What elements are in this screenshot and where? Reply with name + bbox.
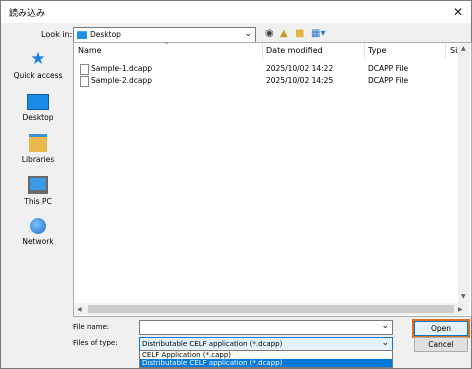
column-divider (364, 43, 365, 60)
place-label: Desktop (22, 113, 54, 122)
file-type: DCAPP File (368, 64, 409, 73)
horizontal-scrollbar[interactable]: ◀ ▶ (74, 303, 469, 315)
place-libraries[interactable]: Libraries (10, 134, 66, 164)
view-menu-icon[interactable]: ▦▾ (311, 28, 325, 40)
place-network[interactable]: Network (10, 218, 66, 246)
chevron-down-icon[interactable]: ⌄ (381, 321, 389, 331)
close-button[interactable]: ✕ (451, 5, 465, 19)
chevron-down-icon[interactable]: ⌄ (381, 338, 389, 348)
column-header-name[interactable]: Name (78, 46, 102, 55)
network-icon (30, 218, 46, 234)
file-icon (80, 76, 89, 87)
scroll-up-icon[interactable]: ▲ (461, 45, 466, 52)
file-name: Sample-1.dcapp (91, 64, 152, 73)
back-icon[interactable]: ◉ (265, 28, 274, 40)
column-divider (445, 43, 446, 60)
star-icon: ★ (30, 49, 46, 69)
file-date: 2025/10/02 14:25 (266, 76, 334, 85)
cancel-button[interactable]: Cancel (414, 337, 468, 352)
file-row[interactable]: Sample-1.dcapp 2025/10/02 14:22 DCAPP Fi… (74, 63, 469, 75)
look-in-label: Look in: (41, 30, 73, 39)
column-header-type[interactable]: Type (368, 46, 386, 55)
place-desktop[interactable]: Desktop (10, 94, 66, 122)
place-label: Quick access (13, 71, 63, 80)
file-type: DCAPP File (368, 76, 409, 85)
computer-icon (28, 176, 48, 194)
file-type-label: Files of type: (73, 339, 118, 347)
file-date: 2025/10/02 14:22 (266, 64, 334, 73)
up-folder-icon[interactable]: ▲ (280, 28, 288, 40)
scroll-down-icon[interactable]: ▼ (461, 293, 466, 300)
place-quick-access[interactable]: ★ Quick access (10, 50, 66, 80)
file-name-label: File name: (73, 323, 110, 331)
new-folder-icon[interactable]: ■ (295, 28, 304, 40)
look-in-value: Desktop (90, 30, 121, 39)
scroll-left-icon[interactable]: ◀ (77, 306, 82, 313)
place-label: Libraries (21, 155, 55, 164)
vertical-scrollbar[interactable]: ▲ ▼ (458, 43, 470, 303)
sort-up-icon: ⌃ (164, 42, 170, 49)
places-bar: ★ Quick access Desktop Libraries This PC… (10, 42, 66, 316)
file-type-option-selected[interactable]: Distributable CELF application (*.dcapp) (140, 359, 392, 367)
scroll-thumb[interactable] (88, 305, 454, 313)
folder-icon (77, 31, 87, 39)
file-icon (80, 64, 89, 75)
desktop-icon (27, 94, 49, 110)
file-type-option[interactable]: CELF Application (*.capp) (140, 351, 392, 359)
libraries-icon (29, 134, 47, 152)
file-list: Name ⌃ Date modified Type Size Sample-1.… (73, 42, 472, 317)
file-type-dropdown: CELF Application (*.capp) Distributable … (139, 350, 393, 368)
file-name: Sample-2.dcapp (91, 76, 152, 85)
place-label: This PC (24, 197, 52, 206)
look-in-dropdown[interactable]: Desktop ⌄ (73, 27, 256, 43)
open-button[interactable]: Open (414, 321, 468, 336)
file-row[interactable]: Sample-2.dcapp 2025/10/02 14:25 DCAPP Fi… (74, 75, 469, 87)
place-this-pc[interactable]: This PC (10, 176, 66, 206)
file-name-input[interactable]: ⌄ (139, 320, 393, 335)
column-divider (262, 43, 263, 60)
title-bar: 読み込み ✕ (1, 1, 471, 23)
chevron-down-icon: ⌄ (244, 29, 252, 39)
file-type-value: Distributable CELF application (*.dcapp) (142, 340, 283, 348)
column-header-date[interactable]: Date modified (266, 46, 323, 55)
dialog-title: 読み込み (9, 9, 46, 19)
scroll-right-icon[interactable]: ▶ (458, 306, 463, 313)
place-label: Network (22, 237, 54, 246)
open-dialog: 読み込み ✕ Look in: Desktop ⌄ ◉ ▲ ■ ▦▾ ★ Qui… (0, 0, 472, 369)
